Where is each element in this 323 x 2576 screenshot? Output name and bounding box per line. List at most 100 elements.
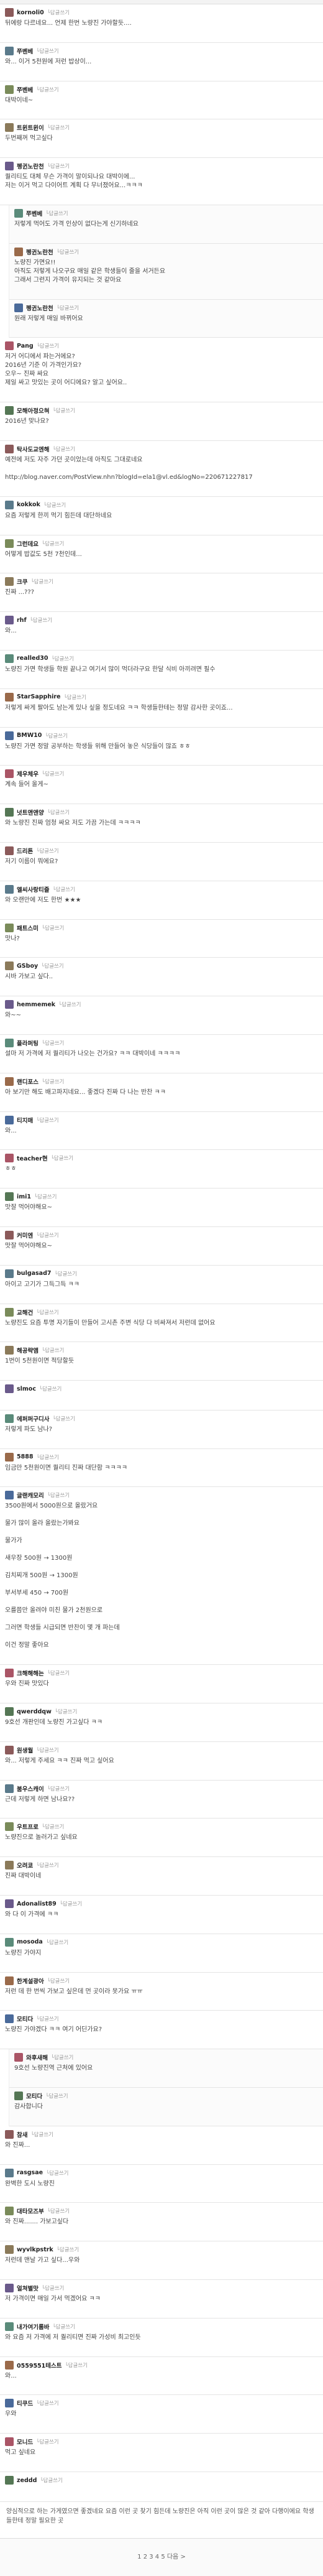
avatar[interactable] xyxy=(5,1452,14,1462)
avatar[interactable] xyxy=(5,846,14,855)
avatar[interactable] xyxy=(5,1707,14,1717)
reply-button[interactable]: └답글쓰기 xyxy=(45,210,68,217)
reply-button[interactable]: └답글쓰기 xyxy=(52,655,74,662)
reply-button[interactable]: └답글쓰기 xyxy=(51,1154,73,1162)
avatar[interactable] xyxy=(5,884,14,894)
reply-button[interactable]: └답글쓰기 xyxy=(47,9,70,16)
avatar[interactable] xyxy=(5,1000,14,1009)
reply-button[interactable]: └답글쓰기 xyxy=(57,2246,79,2253)
reply-button[interactable]: └답글쓰기 xyxy=(47,808,70,816)
reply-button[interactable]: └답글쓰기 xyxy=(36,1861,58,1869)
reply-button[interactable]: └답글쓰기 xyxy=(36,2015,58,2022)
reply-button[interactable]: └답글쓰기 xyxy=(42,2284,64,2292)
avatar[interactable] xyxy=(5,1414,14,1423)
reply-button[interactable]: └답글쓰기 xyxy=(45,2092,68,2100)
avatar[interactable] xyxy=(5,1784,14,1793)
avatar[interactable] xyxy=(5,2014,14,2024)
comment-nickname[interactable]: 모해아정으혀 xyxy=(17,406,49,415)
comment-nickname[interactable]: imi1 xyxy=(17,1193,31,1200)
avatar[interactable] xyxy=(5,923,14,932)
reply-button[interactable]: └답글쓰기 xyxy=(52,407,75,414)
reply-button[interactable]: └답글쓰기 xyxy=(42,540,64,547)
comment-nickname[interactable]: 펭귄노란천 xyxy=(26,248,53,256)
comment-nickname[interactable]: 와후새해 xyxy=(26,2053,48,2062)
reply-button[interactable]: └답글쓰기 xyxy=(36,1231,58,1239)
avatar[interactable] xyxy=(14,208,23,218)
comment-nickname[interactable]: 참새 xyxy=(17,2130,27,2139)
reply-button[interactable]: └답글쓰기 xyxy=(43,501,66,509)
reply-button[interactable]: └답글쓰기 xyxy=(30,578,53,585)
comment-nickname[interactable]: 트윈트윈이 xyxy=(17,123,44,132)
comment-nickname[interactable]: Pang xyxy=(17,343,34,350)
comment-nickname[interactable]: 탁사도교엔해 xyxy=(17,445,49,453)
comment-nickname[interactable]: rhf xyxy=(17,617,27,624)
comment-nickname[interactable]: 모티다 xyxy=(26,2092,42,2100)
comment-nickname[interactable]: mosoda xyxy=(17,1939,43,1945)
comment-nickname[interactable]: wyvlkpstrk xyxy=(17,2246,53,2253)
comment-nickname[interactable]: rasgsae xyxy=(17,2169,43,2176)
comment-nickname[interactable]: 5888 xyxy=(17,1453,33,1460)
reply-button[interactable]: └답글쓰기 xyxy=(41,962,63,970)
comment-nickname[interactable]: GSboy xyxy=(17,963,38,970)
comment-nickname[interactable]: 우트프로 xyxy=(17,1822,39,1831)
reply-button[interactable]: └답글쓰기 xyxy=(36,2438,58,2445)
avatar[interactable] xyxy=(5,2476,14,2485)
reply-button[interactable]: └답글쓰기 xyxy=(57,304,79,312)
avatar[interactable] xyxy=(5,85,14,94)
pagination[interactable]: 1 2 3 4 5 다음 > xyxy=(0,2538,323,2576)
avatar[interactable] xyxy=(5,444,14,453)
avatar[interactable] xyxy=(5,123,14,132)
comment-nickname[interactable]: 크해해해는 xyxy=(17,1669,44,1677)
reply-button[interactable]: └답글쓰기 xyxy=(55,1708,77,1715)
reply-button[interactable]: └답글쓰기 xyxy=(42,1078,64,1085)
reply-button[interactable]: └답글쓰기 xyxy=(63,693,86,701)
comment-nickname[interactable]: 엘씨사랑티즐 xyxy=(17,885,49,894)
reply-button[interactable]: └답글쓰기 xyxy=(36,1309,58,1316)
reply-button[interactable]: └답글쓰기 xyxy=(65,2361,88,2369)
avatar[interactable] xyxy=(5,808,14,817)
comment-nickname[interactable]: 쭈벤베 xyxy=(26,209,42,218)
reply-button[interactable]: └답글쓰기 xyxy=(45,732,67,739)
comment-nickname[interactable]: 원생월 xyxy=(17,1746,33,1754)
reply-button[interactable]: └답글쓰기 xyxy=(42,1039,64,1047)
comment-nickname[interactable]: 글랜캐모리 xyxy=(17,1491,44,1499)
comment-nickname[interactable]: 펭귄노란천 xyxy=(26,303,53,312)
comment-nickname[interactable]: 제우체우 xyxy=(17,769,39,778)
avatar[interactable] xyxy=(5,500,14,509)
comment-nickname[interactable]: bulgasad7 xyxy=(17,1270,52,1277)
comment-nickname[interactable]: 쭈벤베 xyxy=(17,47,33,55)
avatar[interactable] xyxy=(14,303,23,312)
avatar[interactable] xyxy=(5,1745,14,1754)
comment-nickname[interactable]: 쭈벤베 xyxy=(17,85,33,94)
comment-nickname[interactable]: teacher현 xyxy=(17,1154,48,1162)
reply-button[interactable]: └답글쓰기 xyxy=(60,1900,82,1907)
comment-nickname[interactable]: 플라퍼팅 xyxy=(17,1039,39,1047)
reply-button[interactable]: └답글쓰기 xyxy=(58,1001,81,1008)
comment-nickname[interactable]: 내가여기롬바 xyxy=(17,2322,49,2331)
comment-nickname[interactable]: 0559551테스트 xyxy=(17,2361,62,2370)
comment-nickname[interactable]: BMW10 xyxy=(17,732,42,739)
reply-button[interactable]: └답글쓰기 xyxy=(47,162,70,170)
avatar[interactable] xyxy=(5,162,14,171)
reply-button[interactable]: └답글쓰기 xyxy=(36,2399,58,2407)
avatar[interactable] xyxy=(5,2437,14,2447)
comment-nickname[interactable]: 펭귄노란천 xyxy=(17,162,44,170)
comment-nickname[interactable]: 넛트앤앤양 xyxy=(17,808,44,817)
avatar[interactable] xyxy=(5,1937,14,1947)
comment-nickname[interactable]: 오려쿄 xyxy=(17,1861,33,1869)
reply-button[interactable]: └답글쓰기 xyxy=(52,445,75,453)
avatar[interactable] xyxy=(5,961,14,971)
avatar[interactable] xyxy=(5,46,14,55)
avatar[interactable] xyxy=(5,1976,14,1985)
reply-button[interactable]: └답글쓰기 xyxy=(47,1977,70,1985)
avatar[interactable] xyxy=(5,406,14,415)
comment-nickname[interactable]: 그런데요 xyxy=(17,539,39,548)
avatar[interactable] xyxy=(5,1154,14,1163)
avatar[interactable] xyxy=(14,2092,23,2101)
avatar[interactable] xyxy=(5,1077,14,1086)
reply-button[interactable]: └답글쓰기 xyxy=(42,770,64,777)
avatar[interactable] xyxy=(5,2360,14,2370)
reply-button[interactable]: └답글쓰기 xyxy=(47,1669,70,1677)
avatar[interactable] xyxy=(5,1491,14,1500)
avatar[interactable] xyxy=(14,247,23,256)
